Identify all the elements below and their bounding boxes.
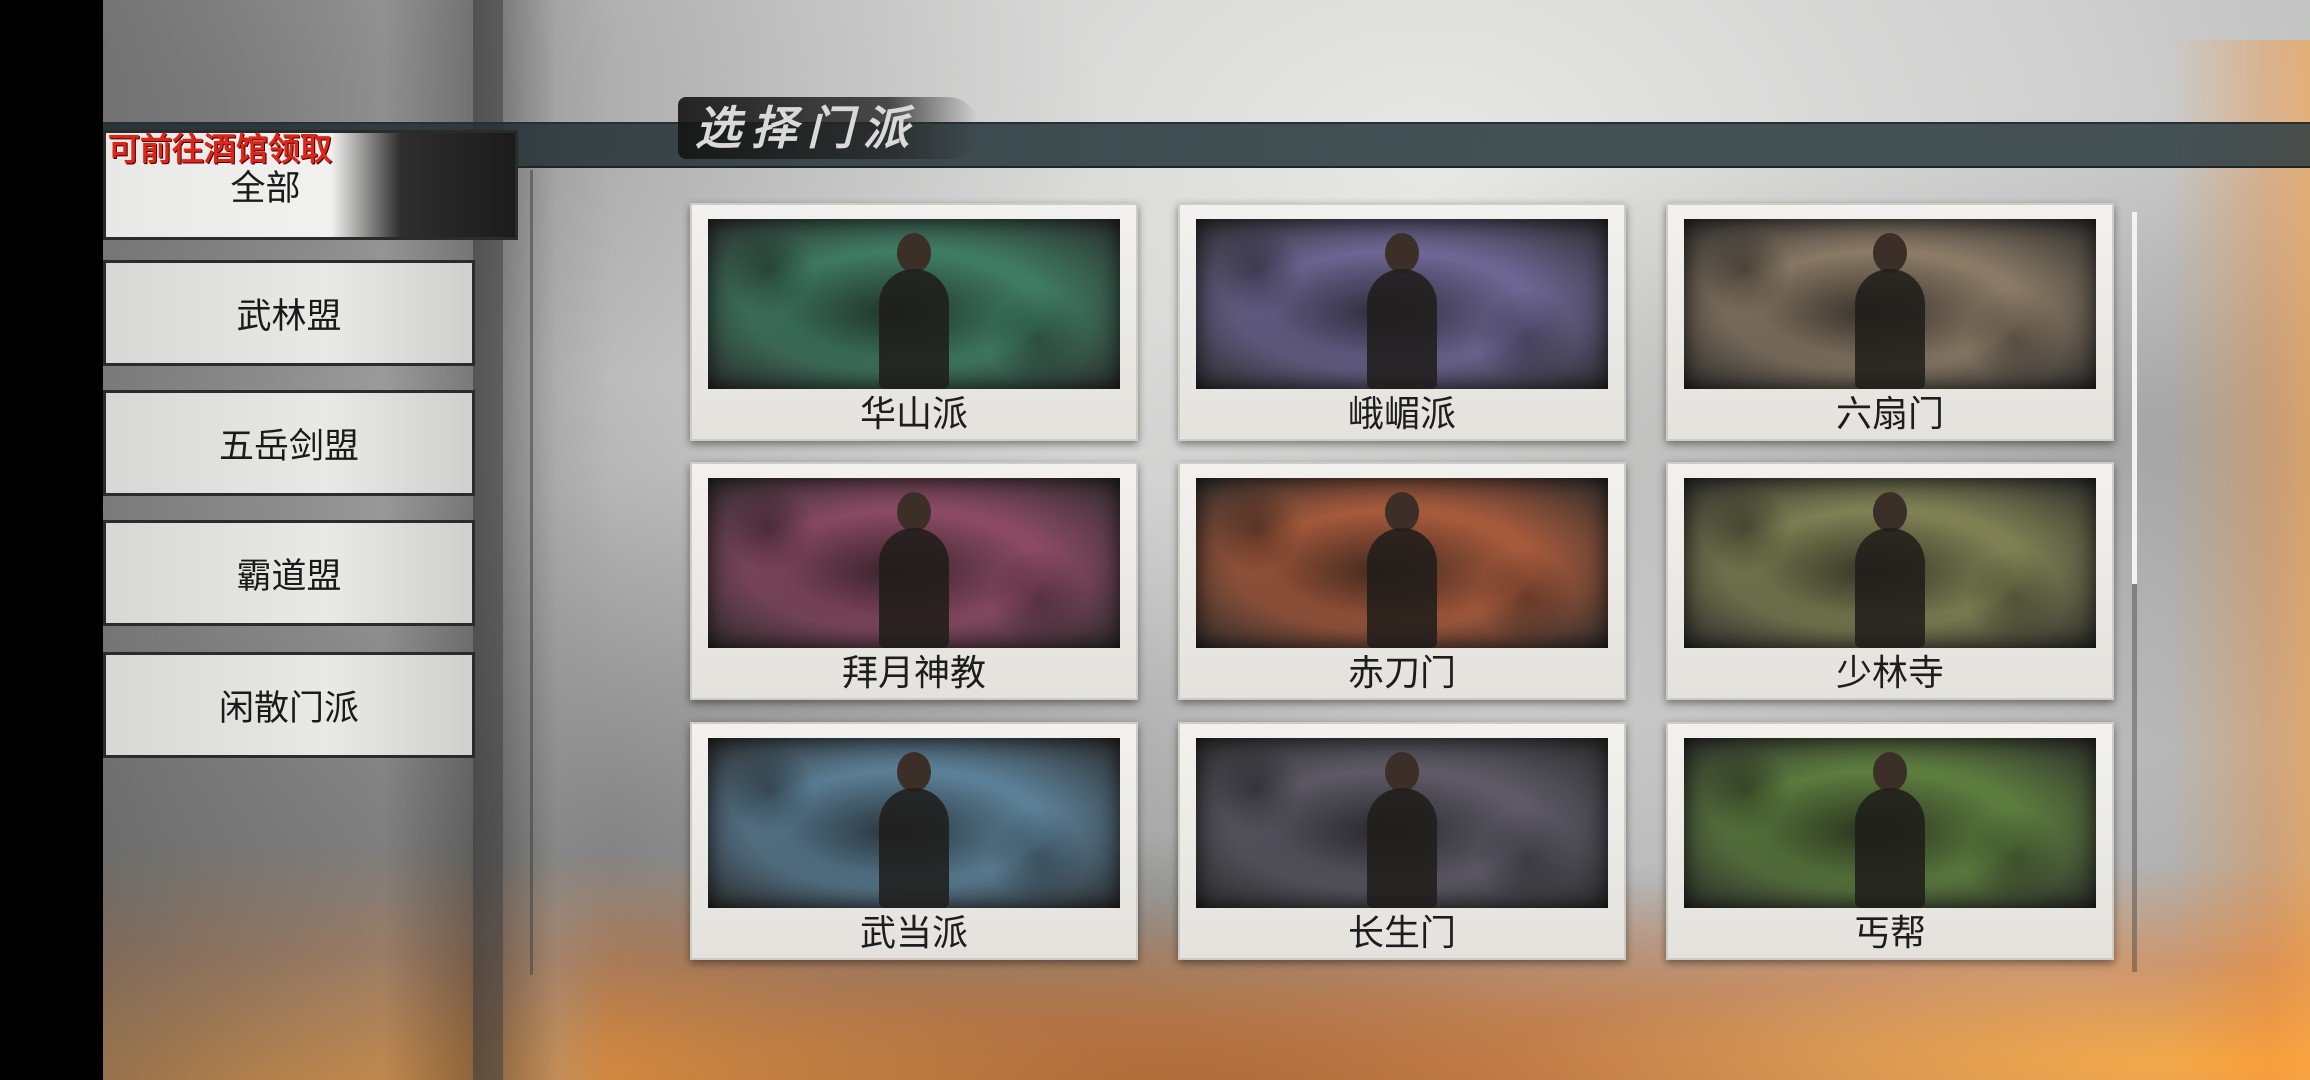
- sect-name: 赤刀门: [1347, 653, 1456, 694]
- sect-card-emei[interactable]: 峨嵋派: [1178, 203, 1626, 441]
- sect-name: 拜月神教: [841, 653, 986, 694]
- tab-independent-sects[interactable]: 闲散门派: [103, 652, 475, 758]
- notice-text: 可前往酒馆领取: [108, 130, 333, 168]
- sect-figure: [1357, 233, 1447, 389]
- sect-card-shaolin[interactable]: 少林寺: [1666, 462, 2114, 700]
- tab-label: 霸道盟: [236, 556, 342, 597]
- tab-label: 五岳剑盟: [218, 426, 359, 467]
- sect-name: 长生门: [1347, 913, 1456, 954]
- screen-title: 选择门派: [695, 101, 919, 155]
- sect-figure: [1357, 492, 1447, 648]
- sect-card-baiyue[interactable]: 拜月神教: [690, 462, 1138, 700]
- sect-portrait: [1684, 478, 2096, 648]
- sect-card-huashan[interactable]: 华山派: [690, 203, 1138, 441]
- sect-card-wudang[interactable]: 武当派: [690, 722, 1138, 960]
- sect-card-changsheng[interactable]: 长生门: [1178, 722, 1626, 960]
- sect-portrait: [1684, 219, 2096, 389]
- sect-portrait: [1684, 738, 2096, 908]
- tab-wulin-alliance[interactable]: 武林盟: [103, 260, 475, 366]
- sect-card-gaibang[interactable]: 丐帮: [1666, 722, 2114, 960]
- sect-figure: [1357, 752, 1447, 908]
- fire-effect-right: [2170, 40, 2310, 1080]
- sect-portrait: [1196, 478, 1608, 648]
- sect-name: 六扇门: [1835, 394, 1944, 435]
- sect-card-liushanmen[interactable]: 六扇门: [1666, 203, 2114, 441]
- tab-five-mountains-alliance[interactable]: 五岳剑盟: [103, 390, 475, 496]
- sect-figure: [1845, 752, 1935, 908]
- sect-name: 少林寺: [1835, 653, 1944, 694]
- sect-name: 武当派: [859, 913, 968, 954]
- sect-name: 峨嵋派: [1347, 394, 1456, 435]
- tab-label: 武林盟: [236, 296, 342, 337]
- sect-portrait: [708, 478, 1120, 648]
- sect-portrait: [1196, 219, 1608, 389]
- sect-portrait: [708, 738, 1120, 908]
- sect-portrait: [708, 219, 1120, 389]
- tab-hegemony-alliance[interactable]: 霸道盟: [103, 520, 475, 626]
- sect-portrait: [1196, 738, 1608, 908]
- sect-figure: [869, 492, 959, 648]
- sect-figure: [1845, 233, 1935, 389]
- sect-name: 华山派: [859, 394, 968, 435]
- sect-name: 丐帮: [1853, 913, 1926, 954]
- sect-figure: [869, 752, 959, 908]
- sect-figure: [1845, 492, 1935, 648]
- tab-label: 闲散门派: [218, 688, 359, 729]
- sect-figure: [869, 233, 959, 389]
- grid-scrollbar-thumb[interactable]: [2132, 212, 2137, 584]
- sect-card-chidao[interactable]: 赤刀门: [1178, 462, 1626, 700]
